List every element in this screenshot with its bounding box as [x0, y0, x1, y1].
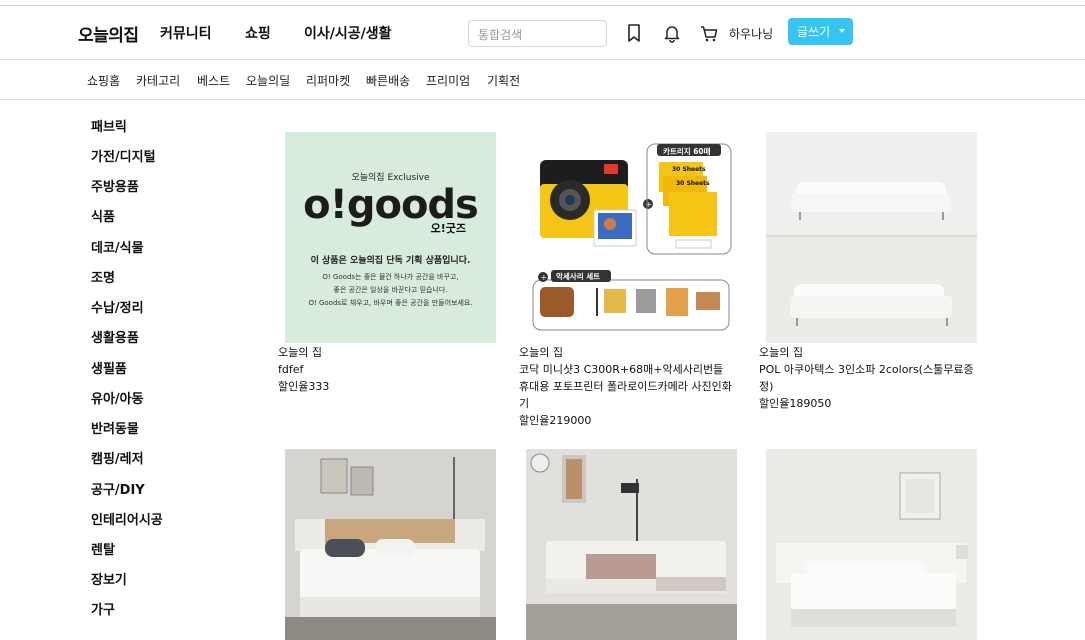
product-image-bed-2[interactable]	[526, 449, 737, 640]
product-card-info[interactable]: 오늘의 집 POL 아쿠아텍스 3인소파 2colors(스툴무료증정) 할인율…	[759, 344, 974, 412]
banner-line: O! Goods는 좋은 물건 하나가 공간을 바꾸고,	[322, 273, 459, 281]
sheet-label: 30 Sheets	[672, 166, 706, 173]
product-name: POL 아쿠아텍스 3인소파 2colors(스툴무료증정)	[759, 363, 974, 393]
bookmark-icon[interactable]	[625, 23, 643, 43]
browser-top-border	[0, 0, 1085, 6]
accessory-badge: 악세사리 세트	[556, 271, 600, 281]
banner-line: O! Goods로 채우고, 바우며 좋은 공간을 만들어보세요.	[308, 299, 473, 307]
category-item[interactable]: 주방용품	[91, 176, 139, 195]
bed-illustration	[766, 449, 977, 640]
category-item[interactable]: 생활용품	[91, 327, 139, 346]
category-item[interactable]: 패브릭	[91, 116, 127, 135]
product-image-ogoods[interactable]: 오늘의집 Exclusive o!goods 오!굿즈 이 상품은 오늘의집 단…	[285, 132, 496, 343]
nav-community[interactable]: 커뮤니티	[160, 23, 212, 43]
product-price: 할인율189050	[759, 397, 832, 410]
banner-headline: 이 상품은 오늘의집 단독 기획 상품입니다.	[310, 256, 471, 266]
product-image-bed-1[interactable]	[285, 449, 496, 640]
subnav-today-deal[interactable]: 오늘의딜	[246, 72, 290, 89]
bed-illustration	[285, 449, 496, 640]
subnav-premium[interactable]: 프리미엄	[426, 72, 470, 89]
subnav-category[interactable]: 카테고리	[136, 72, 180, 89]
sofa-illustration	[766, 132, 977, 343]
sheet-label: 30 Sheets	[676, 180, 710, 187]
product-card-info[interactable]: 오늘의 집 코닥 미니샷3 C300R+68매+악세사리번들 휴대용 포토프린터…	[519, 344, 734, 429]
search-input[interactable]: 통합검색	[468, 20, 607, 47]
category-item[interactable]: 가구	[91, 599, 115, 618]
write-button[interactable]: 글쓰기	[788, 18, 853, 45]
subnav-exhibition[interactable]: 기획전	[487, 72, 520, 89]
banner-line: 좋은 공간은 일상을 바꾼다고 믿습니다.	[333, 286, 448, 294]
nav-shopping[interactable]: 쇼핑	[245, 23, 271, 43]
product-price: 할인율333	[278, 380, 330, 393]
cartridge-badge: 카트리지 60매	[663, 146, 711, 156]
product-price: 할인율219000	[519, 414, 592, 427]
product-card-info[interactable]: 오늘의 집 fdfef 할인율333	[278, 344, 493, 395]
nav-moving-service[interactable]: 이사/시공/생활	[304, 23, 392, 43]
site-logo[interactable]: 오늘의집	[78, 21, 139, 46]
bell-icon[interactable]	[663, 23, 681, 43]
cart-icon[interactable]	[700, 23, 718, 43]
subnav-fast-delivery[interactable]: 빠른배송	[366, 72, 410, 89]
category-item[interactable]: 생필품	[91, 358, 127, 377]
user-nickname[interactable]: 하우나닝	[729, 25, 773, 42]
subnav-best[interactable]: 베스트	[197, 72, 230, 89]
product-brand: 오늘의 집	[278, 346, 322, 359]
product-brand: 오늘의 집	[759, 346, 803, 359]
category-item[interactable]: 가전/디지털	[91, 146, 156, 165]
header: 오늘의집 커뮤니티 쇼핑 이사/시공/생활 통합검색 하우나닝 글쓰기	[0, 7, 1085, 60]
svg-text:+: +	[541, 273, 548, 282]
category-item[interactable]: 수납/정리	[91, 297, 144, 316]
category-item[interactable]: 공구/DIY	[91, 479, 145, 498]
ogoods-banner: 오늘의집 Exclusive o!goods 오!굿즈 이 상품은 오늘의집 단…	[285, 132, 496, 343]
product-image-bed-3[interactable]	[766, 449, 977, 640]
product-name: 코닥 미니샷3 C300R+68매+악세사리번들 휴대용 포토프린터 폴라로이드…	[519, 363, 732, 410]
bed-illustration	[526, 449, 737, 640]
category-item[interactable]: 인테리어시공	[91, 509, 163, 528]
category-item[interactable]: 반려동물	[91, 418, 139, 437]
category-item[interactable]: 유아/아동	[91, 388, 144, 407]
write-button-label: 글쓰기	[797, 25, 831, 39]
product-brand: 오늘의 집	[519, 346, 563, 359]
subnav-shopping-home[interactable]: 쇼핑홈	[87, 72, 120, 89]
category-item[interactable]: 조명	[91, 267, 115, 286]
category-item[interactable]: 캠핑/레저	[91, 448, 144, 467]
category-item[interactable]: 렌탈	[91, 539, 115, 558]
product-image-camera[interactable]: + 카트리지 60매 30 Sheets 30 Sheets + 악세사리 세트	[526, 132, 737, 343]
product-image-sofa[interactable]	[766, 132, 977, 343]
category-item[interactable]: 데코/식물	[91, 237, 144, 256]
product-name: fdfef	[278, 363, 304, 376]
ogoods-sub-logo: 오!굿즈	[430, 222, 466, 235]
camera-product-illustration: + 카트리지 60매 30 Sheets 30 Sheets + 악세사리 세트	[532, 143, 732, 331]
sub-navigation: 쇼핑홈 카테고리 베스트 오늘의딜 리퍼마켓 빠른배송 프리미엄 기획전	[0, 60, 1085, 100]
subnav-refurb-market[interactable]: 리퍼마켓	[306, 72, 350, 89]
chevron-down-icon	[839, 29, 845, 33]
banner-description: O! Goods는 좋은 물건 하나가 공간을 바꾸고, 좋은 공간은 일상을 …	[285, 271, 496, 310]
category-item[interactable]: 장보기	[91, 569, 127, 588]
category-item[interactable]: 식품	[91, 206, 115, 225]
